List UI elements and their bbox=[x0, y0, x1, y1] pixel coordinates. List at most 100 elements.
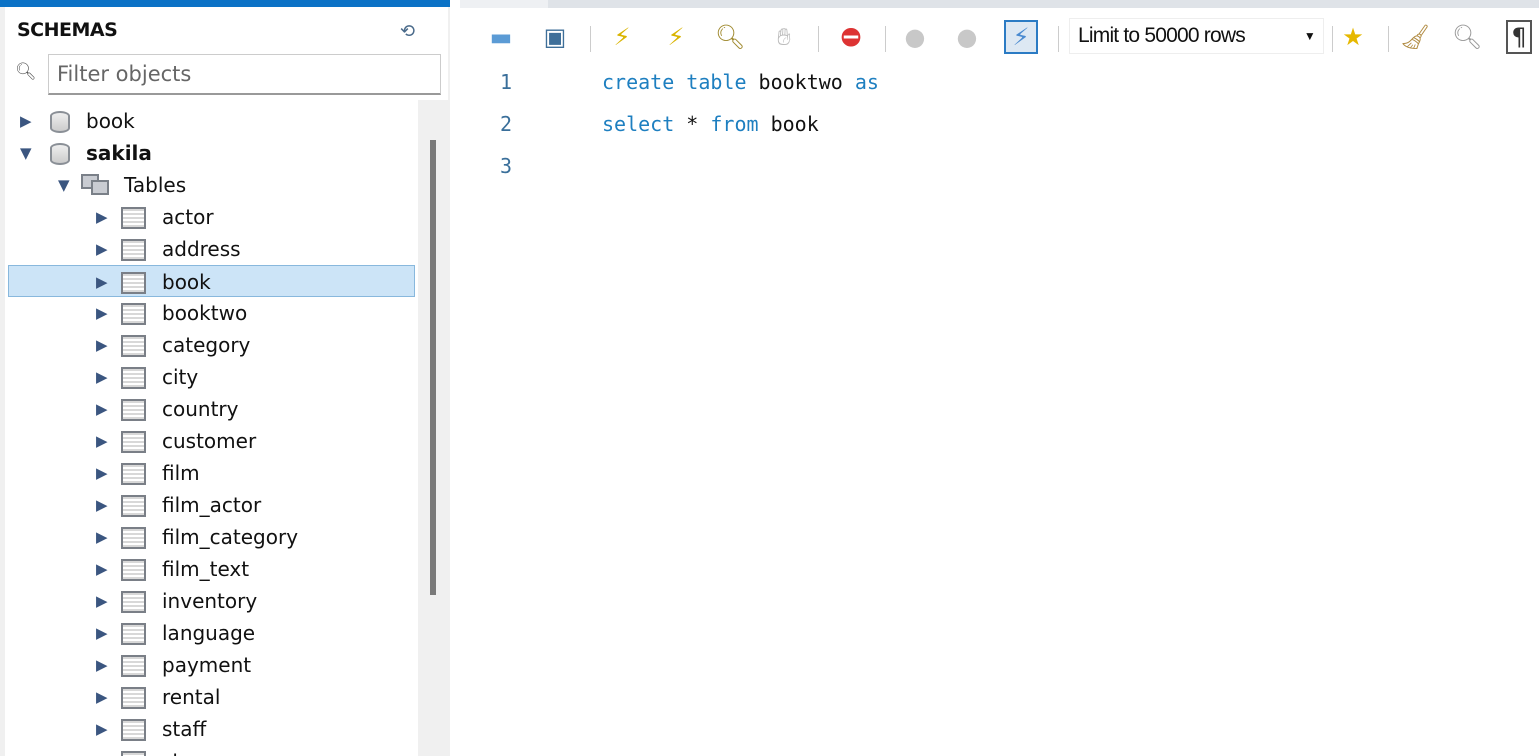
caret-right-icon[interactable]: ▶ bbox=[96, 489, 108, 521]
table-item-book[interactable]: ▶ book bbox=[8, 265, 415, 297]
table-item-actor[interactable]: ▶ actor bbox=[5, 201, 415, 233]
table-item-country[interactable]: ▶ country bbox=[5, 393, 415, 425]
open-folder-icon[interactable]: ▬ bbox=[484, 20, 518, 54]
caret-right-icon[interactable]: ▶ bbox=[96, 425, 108, 457]
caret-right-icon[interactable]: ▶ bbox=[96, 681, 108, 713]
row-limit-select[interactable]: Limit to 50000 rows ▼ bbox=[1069, 18, 1324, 54]
caret-right-icon[interactable]: ▶ bbox=[96, 201, 108, 233]
table-item-film_category[interactable]: ▶ film_category bbox=[5, 521, 415, 553]
toolbar-separator bbox=[885, 26, 886, 52]
refresh-icon[interactable]: ⟲ bbox=[400, 21, 422, 43]
database-icon bbox=[50, 111, 70, 133]
line-number: 3 bbox=[500, 154, 513, 178]
table-icon bbox=[121, 303, 146, 325]
caret-right-icon[interactable]: ▶ bbox=[96, 266, 108, 298]
table-label: film_actor bbox=[162, 493, 262, 517]
caret-right-icon[interactable]: ▶ bbox=[96, 361, 108, 393]
tables-folder-icon bbox=[81, 174, 111, 196]
sql-keyword: from bbox=[710, 112, 759, 136]
table-item-staff[interactable]: ▶ staff bbox=[5, 713, 415, 745]
table-label: country bbox=[162, 397, 239, 421]
table-label: film_category bbox=[162, 525, 299, 549]
table-item-language[interactable]: ▶ language bbox=[5, 617, 415, 649]
explain-magnifier-icon[interactable]: 🔍︎ bbox=[713, 20, 747, 54]
sql-text: book bbox=[758, 112, 819, 136]
toolbar-separator bbox=[1332, 26, 1333, 52]
table-label: store bbox=[162, 745, 213, 756]
beautify-broom-icon[interactable]: 🧹︎ bbox=[1398, 20, 1432, 54]
table-item-booktwo[interactable]: ▶ booktwo bbox=[5, 297, 415, 329]
find-magnifier-icon[interactable]: 🔍︎ bbox=[1450, 20, 1484, 54]
table-item-film[interactable]: ▶ film bbox=[5, 457, 415, 489]
toolbar-separator bbox=[1058, 26, 1059, 52]
caret-right-icon[interactable]: ▶ bbox=[96, 233, 108, 265]
schema-navigator: SCHEMAS ⟲ 🔍︎ ▶ book ▼ sakila ▼ Tables ▶ actor ▶ a… bbox=[0, 0, 450, 756]
caret-down-icon[interactable]: ▼ bbox=[20, 137, 32, 169]
table-label: booktwo bbox=[162, 301, 248, 325]
caret-right-icon[interactable]: ▶ bbox=[96, 553, 108, 585]
schema-item-sakila[interactable]: ▼ sakila bbox=[5, 137, 415, 169]
stop-on-error-icon[interactable]: ⛔︎ bbox=[834, 20, 868, 54]
table-label: customer bbox=[162, 429, 257, 453]
table-item-film_text[interactable]: ▶ film_text bbox=[5, 553, 415, 585]
table-item-payment[interactable]: ▶ payment bbox=[5, 649, 415, 681]
table-item-store[interactable]: ▶ store bbox=[5, 745, 415, 756]
code-line[interactable]: create table booktwo as bbox=[602, 70, 879, 94]
caret-right-icon[interactable]: ▶ bbox=[96, 585, 108, 617]
filter-objects-input[interactable] bbox=[48, 54, 441, 95]
table-item-address[interactable]: ▶ address bbox=[5, 233, 415, 265]
add-snippet-star-icon[interactable]: ★ bbox=[1336, 20, 1370, 54]
table-icon bbox=[121, 591, 146, 613]
caret-right-icon[interactable]: ▶ bbox=[96, 393, 108, 425]
table-icon bbox=[121, 623, 146, 645]
caret-right-icon[interactable]: ▶ bbox=[96, 649, 108, 681]
caret-down-icon[interactable]: ▼ bbox=[58, 169, 70, 201]
tables-group[interactable]: ▼ Tables bbox=[5, 169, 415, 201]
caret-right-icon[interactable]: ▶ bbox=[96, 745, 108, 756]
table-item-city[interactable]: ▶ city bbox=[5, 361, 415, 393]
caret-right-icon[interactable]: ▶ bbox=[96, 297, 108, 329]
table-item-inventory[interactable]: ▶ inventory bbox=[5, 585, 415, 617]
execute-lightning-icon[interactable]: ⚡ bbox=[605, 20, 639, 54]
sql-keyword: table bbox=[686, 70, 747, 94]
caret-right-icon[interactable]: ▶ bbox=[96, 329, 108, 361]
autocommit-toggle-icon[interactable]: ⚡ bbox=[1004, 20, 1038, 54]
table-item-rental[interactable]: ▶ rental bbox=[5, 681, 415, 713]
schemas-title: SCHEMAS bbox=[17, 19, 118, 41]
schema-tree: ▶ book ▼ sakila ▼ Tables ▶ actor ▶ address ▶ book ▶ b… bbox=[5, 100, 418, 756]
sql-keyword: create bbox=[602, 70, 675, 94]
sql-editor[interactable]: 1 create table booktwo as 2 select * from b… bbox=[460, 60, 1539, 756]
table-icon bbox=[121, 463, 146, 485]
editor-tab[interactable] bbox=[460, 0, 548, 8]
caret-right-icon[interactable]: ▶ bbox=[96, 457, 108, 489]
row-limit-value: Limit to 50000 rows bbox=[1078, 24, 1246, 47]
invisible-chars-icon[interactable]: ¶ bbox=[1506, 20, 1532, 54]
table-icon bbox=[121, 367, 146, 389]
table-icon bbox=[121, 431, 146, 453]
tree-scrollbar-thumb[interactable] bbox=[430, 140, 436, 595]
execute-current-statement-icon[interactable]: ⚡ bbox=[659, 20, 693, 54]
table-item-category[interactable]: ▶ category bbox=[5, 329, 415, 361]
caret-right-icon[interactable]: ▶ bbox=[96, 617, 108, 649]
table-label: payment bbox=[162, 653, 252, 677]
table-label: book bbox=[162, 270, 211, 294]
save-icon[interactable]: ▣ bbox=[538, 20, 572, 54]
table-icon bbox=[121, 207, 146, 229]
table-item-film_actor[interactable]: ▶ film_actor bbox=[5, 489, 415, 521]
sql-text: booktwo bbox=[746, 70, 855, 94]
caret-right-icon[interactable]: ▶ bbox=[96, 521, 108, 553]
code-line[interactable]: select * from book bbox=[602, 112, 819, 136]
caret-right-icon[interactable]: ▶ bbox=[20, 105, 32, 137]
caret-right-icon[interactable]: ▶ bbox=[96, 713, 108, 745]
table-label: city bbox=[162, 365, 199, 389]
active-panel-bar bbox=[0, 0, 450, 7]
commit-check-icon[interactable]: ● bbox=[898, 20, 932, 54]
table-icon bbox=[121, 272, 146, 294]
schema-item-book[interactable]: ▶ book bbox=[5, 105, 415, 137]
rollback-x-icon[interactable]: ● bbox=[950, 20, 984, 54]
toolbar-separator bbox=[1388, 26, 1389, 52]
stop-hand-icon[interactable]: ✋︎ bbox=[767, 20, 801, 54]
table-item-customer[interactable]: ▶ customer bbox=[5, 425, 415, 457]
table-label: film_text bbox=[162, 557, 250, 581]
